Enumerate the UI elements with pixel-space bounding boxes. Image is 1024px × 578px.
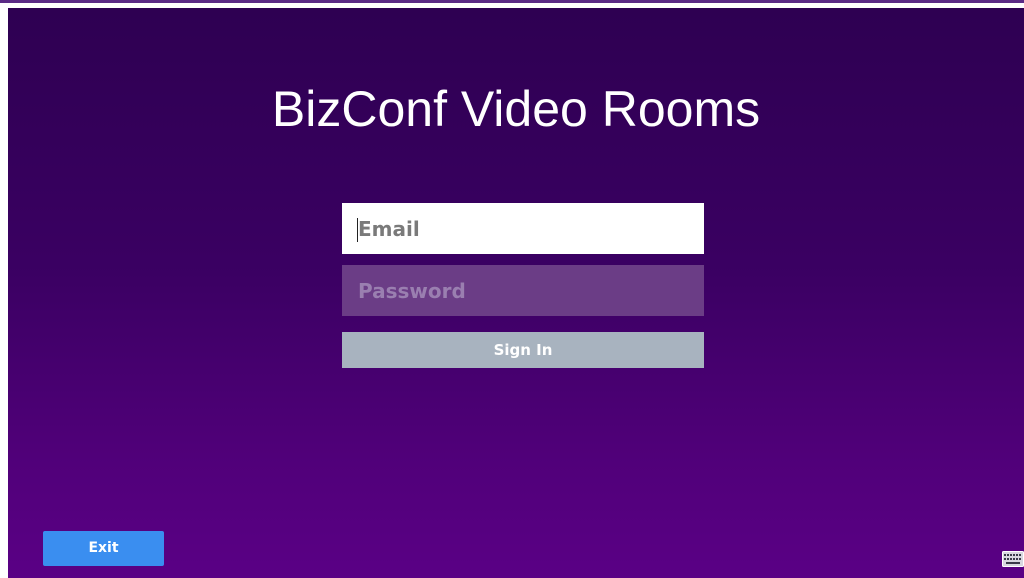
password-field[interactable] [342, 265, 704, 316]
keyboard-icon-graphic [1002, 551, 1024, 567]
keyboard-icon[interactable] [1002, 551, 1024, 567]
exit-button[interactable]: Exit [43, 531, 164, 566]
login-screen: BizConf Video Rooms Sign In Exit [8, 8, 1024, 578]
sign-in-button[interactable]: Sign In [342, 332, 704, 368]
window-frame: BizConf Video Rooms Sign In Exit [0, 0, 1024, 578]
email-field[interactable] [342, 203, 704, 254]
top-border [0, 0, 1024, 3]
text-caret [357, 218, 358, 242]
app-title: BizConf Video Rooms [271, 81, 761, 137]
